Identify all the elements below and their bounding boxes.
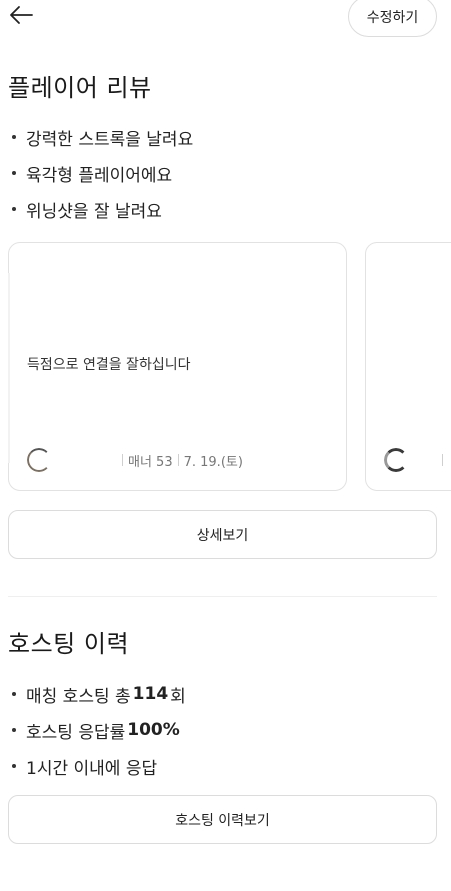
separator — [442, 454, 443, 466]
review-highlight-item: 강력한 스트록을 날려요 — [8, 119, 193, 155]
avatar — [27, 448, 51, 472]
bullet-dot — [12, 692, 16, 696]
avatar — [384, 448, 408, 472]
bullet-dot — [12, 135, 16, 139]
review-highlights: 강력한 스트록을 날려요 육각형 플레이어에요 위닝샷을 잘 날려요 — [8, 119, 193, 227]
review-date: 7. 19.(토) — [183, 454, 243, 470]
review-highlight-item: 육각형 플레이어에요 — [8, 155, 193, 191]
bullet-dot — [12, 171, 16, 175]
separator — [177, 454, 179, 466]
bullet-dot — [12, 207, 16, 211]
review-carousel[interactable]: 득점으로 연결을 잘하십니다 매너 53 7. 19.(토) — [8, 242, 451, 492]
review-text: 득점으로 연결을 잘하십니다 — [27, 357, 191, 373]
card-edge-shadow — [8, 273, 10, 463]
review-highlight-item: 위닝샷을 잘 날려요 — [8, 191, 193, 227]
review-section-title: 플레이어 리뷰 — [8, 74, 152, 102]
bullet-dot — [12, 728, 16, 732]
section-divider — [8, 596, 437, 597]
hosting-stat-item: 매칭 호스팅 총 114 회 — [8, 676, 186, 712]
reviewer-name-hidden — [61, 453, 117, 467]
back-button[interactable] — [8, 2, 36, 28]
reviewer-info — [384, 447, 448, 473]
review-card[interactable] — [365, 242, 451, 491]
manner-score: 매너 53 — [128, 454, 173, 470]
bullet-dot — [12, 764, 16, 768]
reviewer-info: 매너 53 7. 19.(토) — [27, 447, 243, 473]
hosting-stat-item: 1시간 이내에 응답 — [8, 748, 186, 784]
edit-button[interactable]: 수정하기 — [348, 0, 437, 37]
separator — [122, 454, 123, 466]
review-card[interactable]: 득점으로 연결을 잘하십니다 매너 53 7. 19.(토) — [8, 242, 347, 491]
hosting-stat-item: 호스팅 응답률 100% — [8, 712, 186, 748]
hosting-stats: 매칭 호스팅 총 114 회 호스팅 응답률 100% 1시간 이내에 응답 — [8, 676, 186, 784]
arrow-left-icon — [8, 5, 34, 25]
hosting-history-button[interactable]: 호스팅 이력보기 — [8, 795, 437, 844]
hosting-section-title: 호스팅 이력 — [8, 630, 130, 658]
review-detail-button[interactable]: 상세보기 — [8, 510, 437, 559]
